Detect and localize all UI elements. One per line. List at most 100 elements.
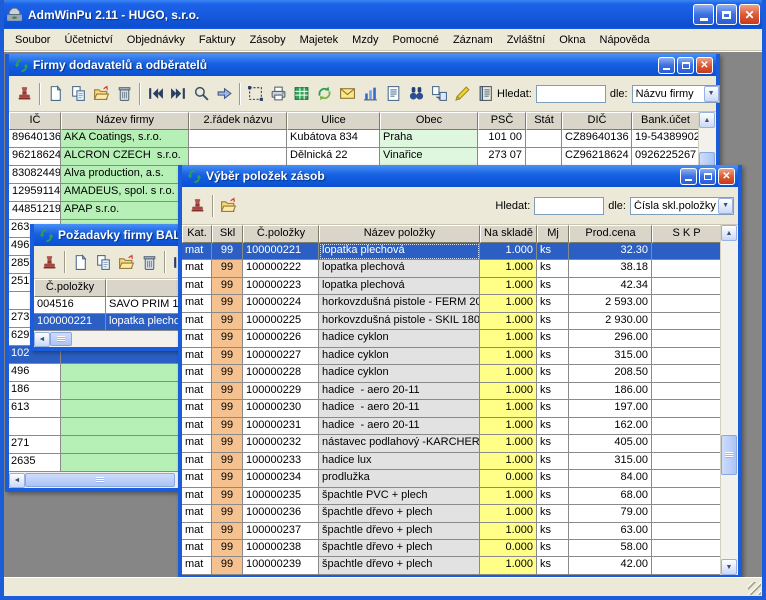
table-row[interactable]: mat99100000237špachtle dřevo + plech1.00…	[182, 523, 720, 540]
menu-item[interactable]: Okna	[552, 30, 592, 50]
vyber-vertical-scrollbar[interactable]	[720, 225, 738, 575]
column-header[interactable]: Kat.	[182, 225, 212, 243]
scroll-down-button[interactable]	[721, 559, 737, 575]
delete-icon[interactable]	[138, 251, 161, 273]
firmy-maximize-button[interactable]	[677, 57, 694, 74]
menu-item[interactable]: Pomocné	[385, 30, 445, 50]
column-header[interactable]: IČ	[9, 112, 61, 130]
table-row[interactable]: mat99100000232nástavec podlahový -KARCHE…	[182, 435, 720, 452]
column-header[interactable]: DIČ	[562, 112, 632, 130]
table-row[interactable]: mat99100000226hadice cyklon1.000ks296.00	[182, 330, 720, 347]
open-folder-icon[interactable]	[115, 251, 138, 273]
print-icon[interactable]	[267, 83, 290, 105]
resize-grip[interactable]	[748, 582, 761, 595]
menu-item[interactable]: Majetek	[293, 30, 346, 50]
menu-item[interactable]: Účetnictví	[57, 30, 119, 50]
last-record-icon[interactable]	[167, 83, 190, 105]
table-row[interactable]: mat99100000223lopatka plechová1.000ks42.…	[182, 278, 720, 295]
excel-export-icon[interactable]	[290, 83, 313, 105]
email-icon[interactable]	[336, 83, 359, 105]
column-header[interactable]: Č.položky	[34, 279, 106, 297]
app-maximize-button[interactable]	[716, 4, 737, 25]
column-header[interactable]: 2.řádek názvu	[189, 112, 287, 130]
scroll-left-button[interactable]	[9, 473, 25, 488]
firmy-close-button[interactable]	[696, 57, 713, 74]
table-row[interactable]: mat99100000230hadice - aero 20-111.000ks…	[182, 400, 720, 417]
exit-stamp-icon[interactable]	[13, 83, 36, 105]
scroll-up-button[interactable]	[699, 112, 715, 128]
table-row[interactable]: mat99100000233hadice lux1.000ks315.00	[182, 453, 720, 470]
table-row[interactable]: mat99100000231hadice - aero 20-111.000ks…	[182, 418, 720, 435]
copy-icon[interactable]	[92, 251, 115, 273]
column-header[interactable]: Č.položky	[243, 225, 319, 243]
scroll-thumb[interactable]	[25, 473, 175, 487]
vyber-minimize-button[interactable]	[680, 168, 697, 185]
app-close-button[interactable]	[739, 4, 760, 25]
table-row[interactable]: mat99100000221lopatka plechová1.000ks32.…	[182, 243, 720, 260]
scroll-thumb[interactable]	[721, 435, 737, 475]
menu-item[interactable]: Soubor	[8, 30, 57, 50]
table-row[interactable]: mat99100000224horkovzdušná pistole - FER…	[182, 295, 720, 312]
menu-item[interactable]: Zásoby	[243, 30, 293, 50]
refresh-export-icon[interactable]	[313, 83, 336, 105]
new-document-icon[interactable]	[44, 83, 67, 105]
firmy-minimize-button[interactable]	[658, 57, 675, 74]
menu-item[interactable]: Nápověda	[593, 30, 657, 50]
chevron-down-icon[interactable]	[704, 86, 719, 102]
column-header[interactable]: Na skladě	[480, 225, 537, 243]
scroll-up-button[interactable]	[721, 225, 737, 241]
firmy-search-input[interactable]	[536, 85, 606, 103]
table-row[interactable]: mat99100000236špachtle dřevo + plech1.00…	[182, 505, 720, 522]
exit-stamp-icon[interactable]	[38, 251, 61, 273]
vyber-maximize-button[interactable]	[699, 168, 716, 185]
menu-item[interactable]: Objednávky	[120, 30, 192, 50]
column-header[interactable]: Stát	[526, 112, 562, 130]
binoculars-icon[interactable]	[405, 83, 428, 105]
highlight-pen-icon[interactable]	[451, 83, 474, 105]
menu-item[interactable]: Záznam	[446, 30, 500, 50]
column-header[interactable]: Název položky	[319, 225, 480, 243]
exit-stamp-icon[interactable]	[186, 195, 209, 217]
column-header[interactable]: Název firmy	[61, 112, 189, 130]
column-header[interactable]: Mj	[537, 225, 569, 243]
report-icon[interactable]	[382, 83, 405, 105]
column-header[interactable]: Prod.cena	[569, 225, 652, 243]
chevron-down-icon[interactable]	[718, 198, 733, 214]
table-row[interactable]: mat99100000238špachtle dřevo + plech0.00…	[182, 540, 720, 557]
first-record-icon[interactable]	[144, 83, 167, 105]
scroll-left-button[interactable]	[34, 332, 50, 347]
column-header[interactable]: Bank.účet	[632, 112, 698, 130]
goto-icon[interactable]	[213, 83, 236, 105]
table-row[interactable]: mat99100000239špachtle dřevo + plech1.00…	[182, 557, 720, 574]
journal-icon[interactable]	[474, 83, 497, 105]
open-folder-icon[interactable]	[90, 83, 113, 105]
menu-item[interactable]: Faktury	[192, 30, 243, 50]
table-row[interactable]: mat99100000234prodlužka0.000ks84.00	[182, 470, 720, 487]
table-row[interactable]: 89640136AKA Coatings, s.r.o.Kubátova 834…	[9, 130, 698, 148]
firmy-titlebar[interactable]: Firmy dodavatelů a odběratelů	[9, 54, 716, 76]
table-row[interactable]: mat99100000228hadice cyklon1.000ks208.50	[182, 365, 720, 382]
column-header[interactable]: Ulice	[287, 112, 380, 130]
chart-icon[interactable]	[359, 83, 382, 105]
search-icon[interactable]	[190, 83, 213, 105]
delete-icon[interactable]	[113, 83, 136, 105]
vyber-titlebar[interactable]: Výběr položek zásob	[182, 165, 738, 187]
table-row[interactable]: mat99100000229hadice - aero 20-111.000ks…	[182, 383, 720, 400]
firmy-search-by-dropdown[interactable]: Názvu firmy	[632, 85, 720, 103]
app-minimize-button[interactable]	[693, 4, 714, 25]
open-folder-icon[interactable]	[217, 195, 240, 217]
table-row[interactable]: mat99100000225horkovzdušná pistole - SKI…	[182, 313, 720, 330]
menu-item[interactable]: Zvláštní	[500, 30, 553, 50]
vyber-search-by-dropdown[interactable]: Čísla skl.položky	[630, 197, 734, 215]
copy-icon[interactable]	[67, 83, 90, 105]
select-region-icon[interactable]	[244, 83, 267, 105]
column-header[interactable]: PSČ	[478, 112, 526, 130]
new-document-icon[interactable]	[69, 251, 92, 273]
vyber-search-input[interactable]	[534, 197, 604, 215]
column-header[interactable]: S K P	[652, 225, 720, 243]
table-row[interactable]: mat99100000222lopatka plechová1.000ks38.…	[182, 260, 720, 277]
scroll-thumb[interactable]	[50, 332, 72, 346]
column-header[interactable]: Skl	[212, 225, 243, 243]
table-row[interactable]: mat99100000235špachtle PVC + plech1.000k…	[182, 488, 720, 505]
vyber-close-button[interactable]	[718, 168, 735, 185]
